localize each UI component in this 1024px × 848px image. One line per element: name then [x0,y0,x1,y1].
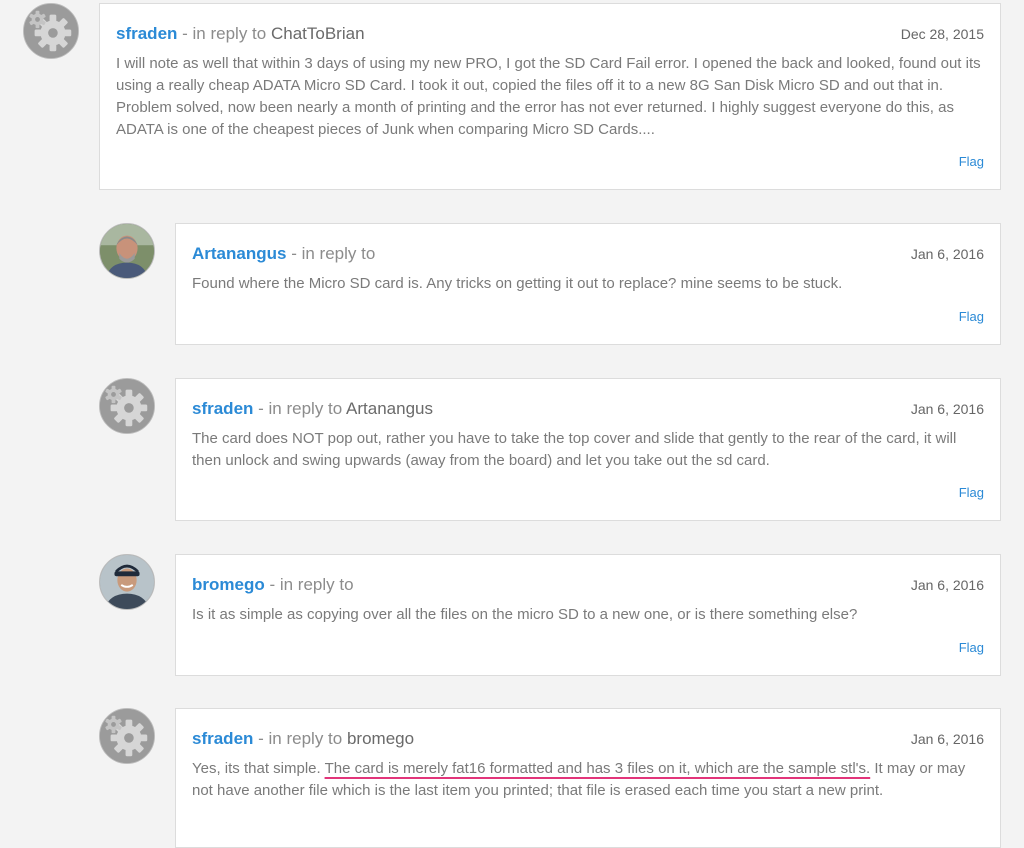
comment-date: Jan 6, 2016 [910,731,984,747]
comment-card: Artanangus - in reply to Jan 6, 2016 Fou… [175,223,1001,345]
reply-prefix: - in reply to [253,729,347,748]
reply-prefix: - in reply to [253,399,347,418]
comment-3: sfraden - in reply to Artanangus Jan 6, … [0,375,1024,525]
gear-icon [100,379,154,433]
comment-body: Yes, its that simple. The card is merely… [192,758,984,802]
flag-link[interactable]: Flag [959,154,984,169]
flag-link[interactable]: Flag [959,640,984,655]
comment-2: Artanangus - in reply to Jan 6, 2016 Fou… [0,220,1024,350]
comment-card: sfraden - in reply to Artanangus Jan 6, … [175,378,1001,521]
author-link[interactable]: sfraden [192,399,253,418]
comment-meta: bromego - in reply to [192,575,354,595]
comment-card: sfraden - in reply to bromego Jan 6, 201… [175,708,1001,848]
comment-body: Is it as simple as copying over all the … [192,606,858,623]
avatar[interactable] [23,3,79,59]
comment-1: sfraden - in reply to ChatToBrian Dec 28… [0,0,1024,200]
user-photo-icon [100,555,154,609]
comment-meta: Artanangus - in reply to [192,244,375,264]
avatar[interactable] [99,223,155,279]
comment-date: Jan 6, 2016 [910,577,984,593]
author-link[interactable]: bromego [192,575,265,594]
comment-body: The card does NOT pop out, rather you ha… [192,430,957,469]
flag-link[interactable]: Flag [959,485,984,500]
reply-prefix: - in reply to [264,575,354,594]
gear-icon [100,709,154,763]
author-link[interactable]: sfraden [116,24,177,43]
comment-date: Dec 28, 2015 [900,26,984,42]
comment-card: bromego - in reply to Jan 6, 2016 Is it … [175,554,1001,676]
comment-meta: sfraden - in reply to Artanangus [192,399,433,419]
gear-icon [24,4,78,58]
comment-body: I will note as well that within 3 days o… [116,55,981,138]
avatar[interactable] [99,378,155,434]
reply-prefix: - in reply to [177,24,271,43]
comment-meta: sfraden - in reply to ChatToBrian [116,24,365,44]
highlighted-text: The card is merely fat16 formatted and h… [324,760,871,777]
user-photo-icon [100,224,154,278]
comment-body: Found where the Micro SD card is. Any tr… [192,275,843,292]
comment-card: sfraden - in reply to ChatToBrian Dec 28… [99,3,1001,190]
reply-to-link[interactable]: Artanangus [346,399,433,418]
avatar[interactable] [99,554,155,610]
reply-to-link[interactable]: bromego [347,729,414,748]
comment-5: sfraden - in reply to bromego Jan 6, 201… [0,705,1024,848]
flag-link[interactable]: Flag [959,309,984,324]
comment-date: Jan 6, 2016 [910,246,984,262]
body-text-start: Yes, its that simple. [192,760,325,777]
avatar[interactable] [99,708,155,764]
comment-meta: sfraden - in reply to bromego [192,729,414,749]
reply-to-link[interactable]: ChatToBrian [271,24,365,43]
comment-4: bromego - in reply to Jan 6, 2016 Is it … [0,551,1024,681]
reply-prefix: - in reply to [286,244,376,263]
comment-date: Jan 6, 2016 [910,401,984,417]
author-link[interactable]: sfraden [192,729,253,748]
author-link[interactable]: Artanangus [192,244,286,263]
